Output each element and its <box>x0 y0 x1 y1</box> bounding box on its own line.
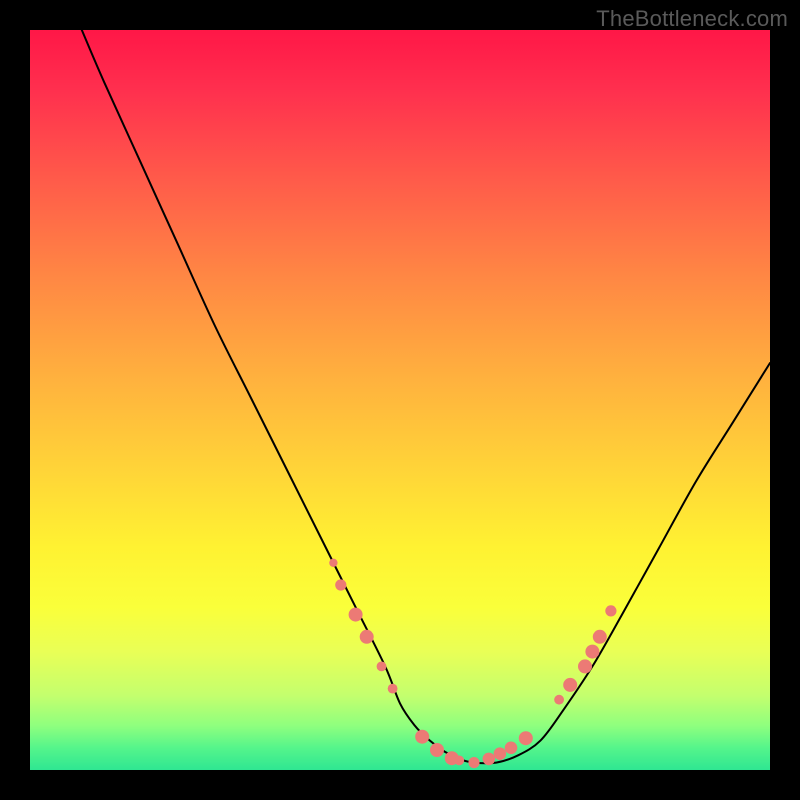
data-marker <box>349 608 363 622</box>
data-marker <box>505 742 518 755</box>
data-marker <box>494 747 507 760</box>
data-marker <box>415 730 429 744</box>
data-marker <box>468 757 479 768</box>
data-marker <box>454 756 464 766</box>
data-markers <box>329 559 616 769</box>
data-marker <box>605 605 616 616</box>
data-marker <box>335 579 346 590</box>
data-marker <box>329 559 337 567</box>
data-marker <box>563 678 577 692</box>
data-marker <box>430 743 444 757</box>
data-marker <box>377 662 387 672</box>
chart-svg <box>30 30 770 770</box>
data-marker <box>519 731 533 745</box>
data-marker <box>585 645 599 659</box>
data-marker <box>360 630 374 644</box>
data-marker <box>388 684 398 694</box>
plot-area <box>30 30 770 770</box>
chart-frame: TheBottleneck.com <box>0 0 800 800</box>
data-marker <box>578 659 592 673</box>
data-marker <box>593 630 607 644</box>
curve-line <box>82 30 770 763</box>
data-marker <box>483 753 496 766</box>
watermark-text: TheBottleneck.com <box>596 6 788 32</box>
data-marker <box>554 695 564 705</box>
